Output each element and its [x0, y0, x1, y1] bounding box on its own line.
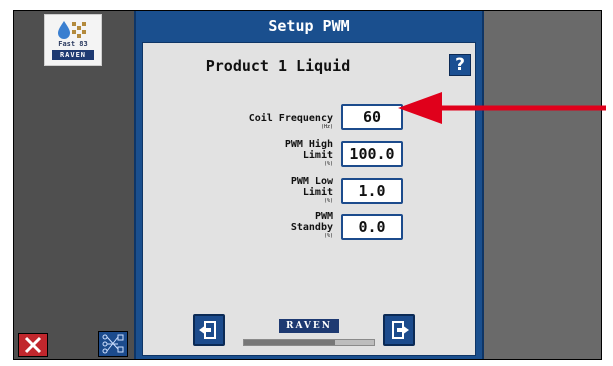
- network-icon: [102, 334, 124, 354]
- close-icon: [24, 336, 42, 354]
- setup-pwm-dialog: Setup PWM Product 1 Liquid ? Coil Freque…: [134, 11, 484, 359]
- progress-fill: [244, 340, 335, 345]
- logo-title: Fast 83: [58, 40, 88, 48]
- footer-brand: RAVEN: [279, 319, 339, 333]
- pwm-low-limit-unit: (%): [323, 198, 333, 204]
- pwm-high-limit-input[interactable]: 100.0: [341, 141, 403, 167]
- progress-bar: [243, 339, 375, 346]
- app-logo[interactable]: Fast 83 RAVEN: [44, 14, 102, 66]
- left-sidebar: Fast 83 RAVEN: [14, 11, 134, 359]
- network-button[interactable]: [98, 331, 128, 357]
- close-button[interactable]: [18, 333, 48, 357]
- screen-frame: Fast 83 RAVEN Setup PWM Product 1 Liquid…: [13, 10, 602, 360]
- pwm-high-limit-unit: (%): [323, 161, 333, 167]
- pwm-standby-label: PWM Standby (%): [183, 211, 333, 240]
- pwm-standby-unit: (%): [323, 233, 333, 239]
- pwm-low-limit-label: PWM Low Limit (%): [183, 176, 333, 205]
- back-button[interactable]: [193, 314, 225, 346]
- pwm-low-limit-input[interactable]: 1.0: [341, 178, 403, 204]
- pwm-standby-input[interactable]: 0.0: [341, 214, 403, 240]
- coil-frequency-input[interactable]: 60: [341, 104, 403, 130]
- coil-frequency-label: Coil Frequency (Hz): [183, 113, 333, 131]
- droplet-icon: [58, 21, 86, 39]
- dialog-title: Setup PWM: [268, 17, 350, 35]
- next-button[interactable]: [383, 314, 415, 346]
- right-area: [484, 11, 601, 359]
- next-icon: [392, 321, 409, 339]
- product-title: Product 1 Liquid: [205, 57, 351, 75]
- help-button[interactable]: ?: [449, 54, 471, 76]
- pwm-high-limit-label: PWM High Limit (%): [183, 139, 333, 168]
- back-icon: [199, 321, 216, 339]
- coil-frequency-unit: (Hz): [320, 124, 333, 130]
- logo-brand: RAVEN: [52, 50, 94, 60]
- annotation-arrow: [398, 92, 606, 124]
